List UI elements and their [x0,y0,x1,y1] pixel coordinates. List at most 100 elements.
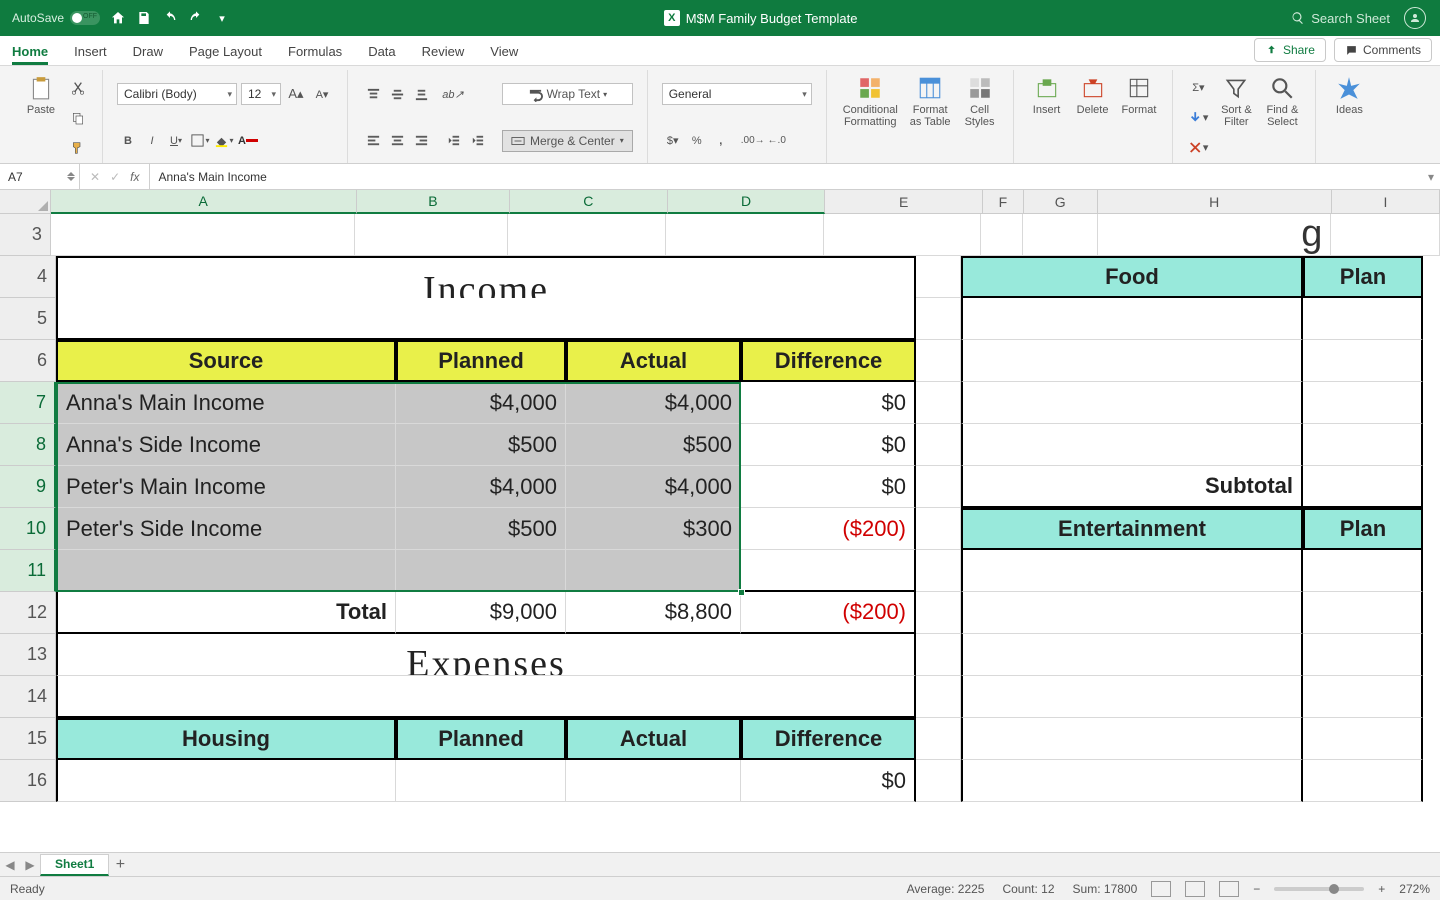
grow-font-icon[interactable]: A▴ [285,83,307,105]
cell-b7[interactable]: $4,000 [396,382,566,424]
autosave-toggle[interactable]: AutoSave [12,11,100,25]
fx-icon[interactable]: fx [130,170,139,184]
tab-page-layout[interactable]: Page Layout [189,44,262,65]
row-header[interactable]: 4 [0,256,56,298]
name-box[interactable]: A7 [0,164,80,189]
housing-actual-header[interactable]: Actual [566,718,741,760]
cell-c7[interactable]: $4,000 [566,382,741,424]
orientation-icon[interactable]: ab↗ [442,83,464,105]
paste-button[interactable]: Paste [18,72,64,163]
add-sheet-button[interactable]: + [109,854,131,876]
autosave-pill[interactable] [70,11,100,25]
cell-styles-button[interactable]: Cell Styles [957,72,1003,163]
cell-a9[interactable]: Peter's Main Income [56,466,396,508]
cell-a8[interactable]: Anna's Side Income [56,424,396,466]
cancel-formula-icon[interactable]: ✕ [90,170,100,184]
col-header-f[interactable]: F [983,190,1024,214]
row-header[interactable]: 12 [0,592,56,634]
sheet-tab-sheet1[interactable]: Sheet1 [40,854,109,876]
expand-formula-bar-icon[interactable]: ▾ [1422,164,1440,189]
cell-b8[interactable]: $500 [396,424,566,466]
format-as-table-button[interactable]: Format as Table [904,72,957,163]
tab-home[interactable]: Home [12,44,48,65]
fill-icon[interactable]: ▾ [1187,107,1209,129]
col-header-i[interactable]: I [1332,190,1440,214]
cell-b12[interactable]: $9,000 [396,592,566,634]
food-header[interactable]: Food [961,256,1303,298]
conditional-formatting-button[interactable]: Conditional Formatting [837,72,904,163]
copy-icon[interactable] [68,108,88,128]
cell-a7[interactable]: Anna's Main Income [56,382,396,424]
account-icon[interactable] [1404,7,1426,29]
tab-insert[interactable]: Insert [74,44,107,65]
border-icon[interactable]: ▾ [189,130,211,152]
align-bottom-icon[interactable] [410,83,432,105]
cell-a10[interactable]: Peter's Side Income [56,508,396,550]
row-header[interactable]: 9 [0,466,56,508]
align-middle-icon[interactable] [386,83,408,105]
underline-icon[interactable]: U▾ [165,130,187,152]
save-icon[interactable] [136,10,152,26]
col-header-d[interactable]: D [668,190,826,214]
food-subtotal[interactable]: Subtotal [961,466,1303,508]
row-header[interactable]: 3 [0,214,51,256]
align-center-icon[interactable] [386,130,408,152]
align-top-icon[interactable] [362,83,384,105]
row-header[interactable]: 5 [0,298,56,340]
zoom-out-button[interactable]: − [1253,882,1260,896]
col-header-c[interactable]: C [510,190,668,214]
row-header[interactable]: 7 [0,382,56,424]
comma-icon[interactable]: , [710,130,732,152]
cell-d16[interactable]: $0 [741,760,916,802]
entertainment-header[interactable]: Entertainment [961,508,1303,550]
row-header[interactable]: 15 [0,718,56,760]
comments-button[interactable]: Comments [1334,38,1432,62]
enter-formula-icon[interactable]: ✓ [110,170,120,184]
view-page-break-icon[interactable] [1219,881,1239,897]
cell-c10[interactable]: $300 [566,508,741,550]
row-header[interactable]: 10 [0,508,56,550]
merge-center-button[interactable]: Merge & Center▾ [502,130,633,152]
tab-view[interactable]: View [490,44,518,65]
qat-customize-icon[interactable]: ▾ [214,10,230,26]
italic-icon[interactable]: I [141,130,163,152]
col-header-h[interactable]: H [1098,190,1332,214]
formula-input[interactable]: Anna's Main Income [150,164,1422,189]
sheet-nav-prev-icon[interactable]: ◀ [0,858,20,872]
row-header[interactable]: 14 [0,676,56,718]
format-painter-icon[interactable] [68,138,88,158]
percent-icon[interactable]: % [686,130,708,152]
row-header[interactable]: 6 [0,340,56,382]
row-header[interactable]: 16 [0,760,56,802]
wrap-text-button[interactable]: Wrap Text▾ [502,83,633,105]
shrink-font-icon[interactable]: A▾ [311,83,333,105]
cell-d8[interactable]: $0 [741,424,916,466]
entertainment-plan-header[interactable]: Plan [1303,508,1423,550]
increase-indent-icon[interactable] [466,130,488,152]
select-all-corner[interactable] [0,190,51,214]
view-page-layout-icon[interactable] [1185,881,1205,897]
cell-b9[interactable]: $4,000 [396,466,566,508]
number-format-combo[interactable]: General▾ [662,83,812,105]
home-icon[interactable] [110,10,126,26]
decrease-decimal-icon[interactable]: ←.0 [766,130,788,152]
cell-d9[interactable]: $0 [741,466,916,508]
cell-d12[interactable]: ($200) [741,592,916,634]
share-button[interactable]: Share [1254,38,1326,62]
cell-c9[interactable]: $4,000 [566,466,741,508]
view-normal-icon[interactable] [1151,881,1171,897]
housing-header[interactable]: Housing [56,718,396,760]
housing-diff-header[interactable]: Difference [741,718,916,760]
format-cells-button[interactable]: Format [1116,72,1163,163]
col-header-b[interactable]: B [357,190,510,214]
redo-icon[interactable] [188,10,204,26]
undo-icon[interactable] [162,10,178,26]
col-header-g[interactable]: G [1024,190,1098,214]
font-size-combo[interactable]: 12▾ [241,83,281,105]
tab-draw[interactable]: Draw [133,44,163,65]
col-header-e[interactable]: E [825,190,983,214]
search-sheet[interactable]: Search Sheet [1291,11,1390,26]
row-header[interactable]: 8 [0,424,56,466]
cell-a12[interactable]: Total [56,592,396,634]
cell-c8[interactable]: $500 [566,424,741,466]
